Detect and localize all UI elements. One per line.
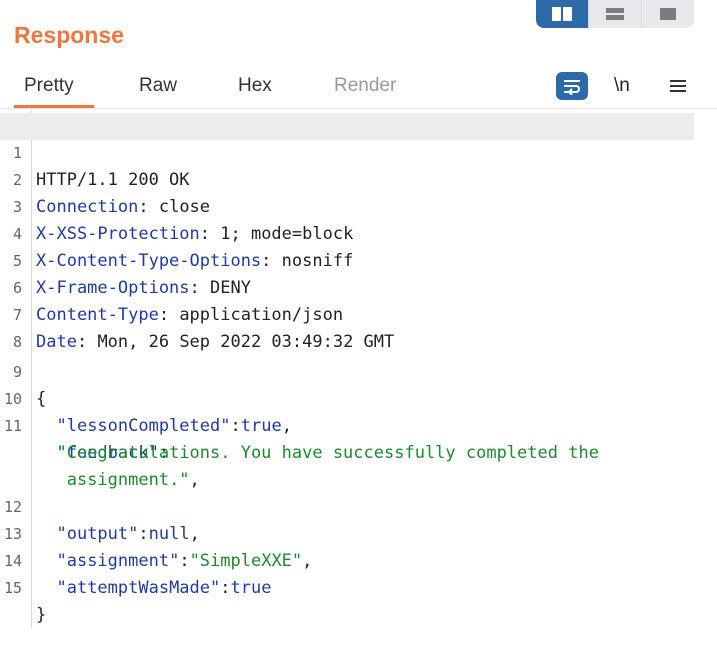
code-line-7: 7 Date: Mon, 26 Sep 2022 03:49:32 GMT — [0, 275, 717, 352]
json-key: "attemptWasMade" — [56, 578, 221, 598]
layout-toggle — [536, 0, 694, 28]
code-line-6: 6 Content-Type: application/json — [0, 248, 717, 325]
show-newlines-button[interactable]: \n — [614, 66, 630, 106]
columns-icon — [552, 7, 572, 21]
wrap-lines-icon — [564, 80, 580, 95]
code-line-14: 14 "attemptWasMade":true — [0, 521, 717, 598]
wrap-lines-box — [556, 72, 588, 100]
tab-raw[interactable]: Raw — [139, 66, 177, 106]
code-line-11-wrap-1: "Congratulations. You have successfully … — [0, 413, 717, 463]
code-line-8: 8 — [0, 302, 717, 351]
code-line-13: 13 "assignment":"SimpleXXE", — [0, 494, 717, 571]
code-line-10: 10 "lessonCompleted":true, — [0, 359, 717, 436]
line-number: 15 — [3, 579, 22, 597]
rows-icon — [606, 8, 624, 20]
tab-render[interactable]: Render — [334, 66, 396, 106]
menu-button[interactable] — [669, 66, 687, 106]
view-tabs: Pretty Raw Hex Render \n — [0, 66, 717, 109]
layout-stacked-button[interactable] — [588, 0, 641, 28]
panel-title: Response — [14, 22, 124, 48]
hamburger-menu-icon — [670, 80, 686, 92]
code-line-3: 3 X-XSS-Protection: 1; mode=block — [0, 167, 717, 244]
code-line-4: 4 X-Content-Type-Options: nosniff — [0, 194, 717, 271]
code-line-11-wrap-2: assignment.", — [66, 470, 200, 490]
response-editor[interactable]: 1 HTTP/1.1 200 OK 2 Connection: close 3 … — [0, 110, 717, 628]
json-value: true — [230, 578, 272, 598]
json-brace-close: } — [36, 605, 47, 625]
tab-hex[interactable]: Hex — [238, 66, 272, 106]
wrap-lines-button[interactable] — [556, 66, 588, 106]
code-line-12: 12 "output":null, — [0, 467, 717, 544]
code-line-2: 2 Connection: close — [0, 140, 717, 217]
tab-pretty[interactable]: Pretty — [14, 66, 94, 108]
single-pane-icon — [660, 8, 676, 20]
code-line-5: 5 X-Frame-Options: DENY — [0, 221, 717, 298]
code-line-9: 9 { — [0, 332, 717, 409]
code-line-1: 1 HTTP/1.1 200 OK — [0, 113, 694, 190]
layout-side-by-side-button[interactable] — [536, 0, 588, 28]
layout-single-button[interactable] — [641, 0, 694, 28]
code-line-11: 11 "feedback": — [0, 386, 717, 463]
code-line-15: 15 } — [0, 548, 717, 625]
